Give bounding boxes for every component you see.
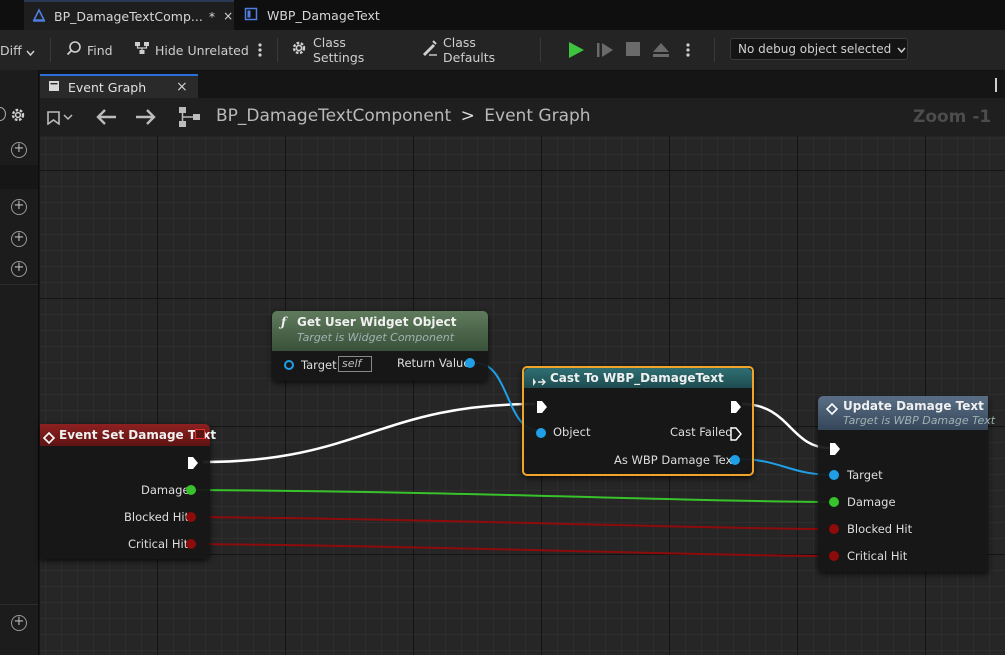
target-label: Target xyxy=(301,358,337,372)
node-title: Update Damage Text xyxy=(843,399,984,413)
object-label: Object xyxy=(553,425,591,439)
critical-hit-pin[interactable] xyxy=(186,539,196,549)
as-wbp-damage-text-label: As WBP Damage Text xyxy=(614,453,737,467)
replication-icon xyxy=(195,429,205,439)
return-value-label: Return Value xyxy=(397,356,471,370)
bool-wire-blocked-hit xyxy=(195,516,835,530)
node-event-set-damage-text[interactable]: Event Set Damage Text Damage Blocked Hit… xyxy=(40,424,216,559)
node-title: Event Set Damage Text xyxy=(59,428,217,442)
exec-in-pin[interactable] xyxy=(829,441,841,460)
damage-label: Damage xyxy=(141,483,190,497)
function-icon: ƒ xyxy=(281,315,287,329)
blocked-hit-pin[interactable] xyxy=(186,512,196,522)
event-icon xyxy=(825,400,839,419)
node-update-damage-text[interactable]: Update Damage Text Target is WBP Damage … xyxy=(818,396,995,572)
node-title: Cast To WBP_DamageText xyxy=(550,371,724,385)
exec-wire-event-to-cast xyxy=(202,402,536,464)
exec-out-pin[interactable] xyxy=(187,455,199,474)
exec-in-pin[interactable] xyxy=(536,399,548,418)
bool-wire-critical-hit xyxy=(195,543,835,557)
blocked-hit-label: Blocked Hit xyxy=(124,510,190,524)
target-value-field[interactable]: self xyxy=(338,356,372,372)
node-title: Get User Widget Object xyxy=(297,315,457,329)
return-value-pin[interactable] xyxy=(465,358,475,368)
object-pin[interactable] xyxy=(536,428,546,438)
critical-hit-pin[interactable] xyxy=(829,551,839,561)
cast-failed-exec-pin[interactable] xyxy=(730,426,742,445)
exec-out-pin[interactable] xyxy=(730,399,742,418)
damage-label: Damage xyxy=(847,495,896,509)
as-wbp-damage-text-pin[interactable] xyxy=(730,455,740,465)
exec-wire-cast-to-update xyxy=(741,402,831,450)
float-wire-damage xyxy=(195,489,835,503)
node-subtitle: Target is Widget Component xyxy=(297,331,455,344)
critical-hit-label: Critical Hit xyxy=(128,537,189,551)
cast-icon xyxy=(532,372,548,391)
target-pin[interactable] xyxy=(829,470,839,480)
event-icon xyxy=(42,429,56,448)
blocked-hit-label: Blocked Hit xyxy=(847,522,913,536)
node-cast-to-wbp-damagetext[interactable]: Cast To WBP_DamageText Object Cast Faile… xyxy=(522,366,754,476)
blocked-hit-pin[interactable] xyxy=(829,524,839,534)
node-get-user-widget-object[interactable]: ƒ Get User Widget Object Target is Widge… xyxy=(272,311,488,381)
damage-pin[interactable] xyxy=(186,485,196,495)
node-subtitle: Target is WBP Damage Text xyxy=(843,414,996,427)
target-label: Target xyxy=(847,468,883,482)
cast-failed-label: Cast Failed xyxy=(670,425,733,439)
damage-pin[interactable] xyxy=(829,497,839,507)
critical-hit-label: Critical Hit xyxy=(847,549,908,563)
target-pin[interactable] xyxy=(284,360,294,370)
